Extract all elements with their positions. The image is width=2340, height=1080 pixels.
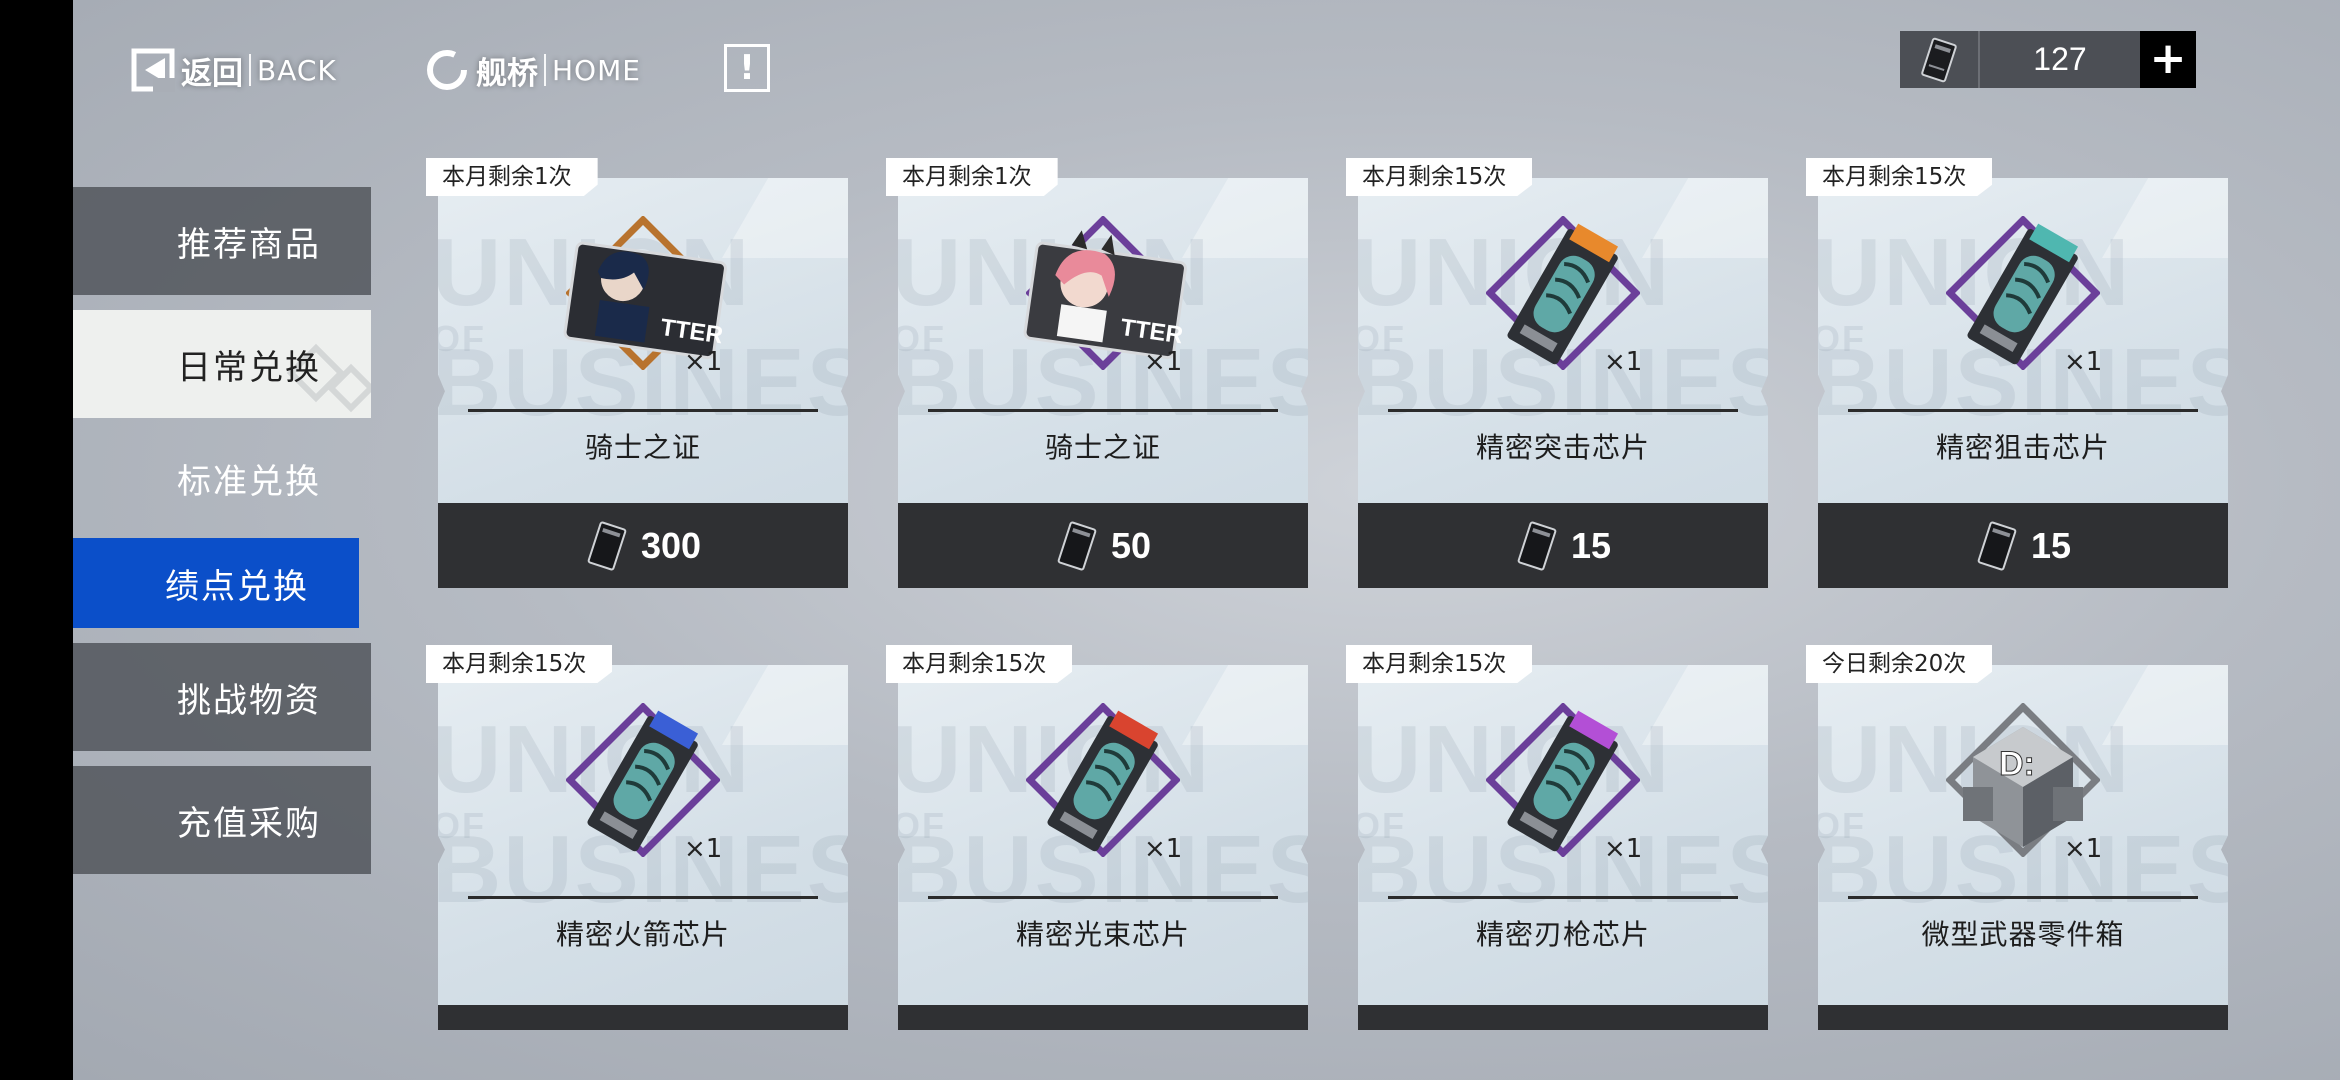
ticket-currency-icon xyxy=(1921,37,1957,82)
currency-amount: 127 xyxy=(2033,41,2087,77)
card-divider xyxy=(468,409,818,412)
sidebar-item-daily-exchange[interactable]: 日常兑换 xyxy=(73,310,371,418)
home-label: 舰桥 xyxy=(476,55,538,92)
item-name: 精密刃枪芯片 xyxy=(1475,918,1650,951)
sidebar-item-label: 标准兑换 xyxy=(177,461,321,502)
purchase-limit-badge: 今日剩余20次 xyxy=(1806,645,1993,683)
sidebar-item-recharge[interactable]: 充值采购 xyxy=(73,766,371,874)
card-divider xyxy=(1388,896,1738,899)
item-price: 300 xyxy=(640,524,702,566)
item-name: 精密突击芯片 xyxy=(1475,431,1650,464)
item-price: 15 xyxy=(2030,524,2072,566)
purchase-limit-badge: 本月剩余1次 xyxy=(426,158,598,196)
item-quantity: ×1 xyxy=(1144,834,1183,864)
sidebar-item-label: 挑战物资 xyxy=(177,680,321,721)
shop-card[interactable]: UNION OF BUSINESS 今日剩余20次 D: ×1 微型武器零件箱 xyxy=(1806,645,2228,1020)
item-quantity: ×1 xyxy=(1604,834,1643,864)
shop-card[interactable]: UNION OF BUSINESS 本月剩余15次 ×1 精密刃枪芯片 xyxy=(1346,645,1768,1020)
price-bar[interactable]: 15 xyxy=(1358,503,1768,588)
item-name: 精密狙击芯片 xyxy=(1935,431,2110,464)
purchase-limit-badge: 本月剩余1次 xyxy=(886,158,1058,196)
item-price: 50 xyxy=(1110,524,1152,566)
item-name: 精密光束芯片 xyxy=(1015,918,1190,951)
card-divider xyxy=(1388,409,1738,412)
price-bar-partial[interactable] xyxy=(1818,1005,2228,1030)
item-name: 骑士之证 xyxy=(584,431,701,464)
ticket-slot xyxy=(1900,31,1980,88)
left-black-edge xyxy=(0,0,73,1080)
item-quantity: ×1 xyxy=(684,834,723,864)
ticket-currency-icon xyxy=(1517,521,1557,570)
shop-card[interactable]: UNION OF BUSINESS 本月剩余15次 ×1 精密火箭芯片 xyxy=(426,645,848,1020)
purchase-limit-badge: 本月剩余15次 xyxy=(1806,158,1993,196)
price-bar[interactable]: 15 xyxy=(1818,503,2228,588)
item-quantity: ×1 xyxy=(1604,347,1643,377)
item-name: 精密火箭芯片 xyxy=(555,918,730,951)
item-name: 微型武器零件箱 xyxy=(1921,918,2125,951)
shop-card[interactable]: UNION OF BUSINESS 本月剩余15次 ×1 精密光束芯片 xyxy=(886,645,1308,1020)
price-bar-partial[interactable] xyxy=(1358,1005,1768,1030)
notice-button[interactable]: ! xyxy=(724,44,770,92)
price-bar-partial[interactable] xyxy=(438,1005,848,1030)
exclamation-icon: ! xyxy=(739,48,755,88)
purchase-limit-badge: 本月剩余15次 xyxy=(1346,645,1533,683)
back-label: 返回 xyxy=(181,55,243,92)
sidebar-item-challenge-supplies[interactable]: 挑战物资 xyxy=(73,643,371,751)
shop-card[interactable]: UNION OF BUSINESS 本月剩余1次 TTER ×1 骑士之证 30… xyxy=(426,158,848,588)
back-divider xyxy=(249,54,251,86)
home-divider xyxy=(544,54,546,86)
currency-display: 127 + xyxy=(1900,31,2196,88)
back-arrow-icon xyxy=(131,48,175,92)
card-divider xyxy=(1848,896,2198,899)
ticket-currency-icon xyxy=(1057,521,1097,570)
purchase-limit-badge: 本月剩余15次 xyxy=(1346,158,1533,196)
item-price: 15 xyxy=(1570,524,1612,566)
card-divider xyxy=(468,896,818,899)
price-bar[interactable]: 50 xyxy=(898,503,1308,588)
svg-text:D:: D: xyxy=(1999,745,2035,783)
add-currency-button[interactable]: + xyxy=(2140,31,2196,88)
ticket-currency-icon xyxy=(587,521,627,570)
sidebar-item-label: 充值采购 xyxy=(177,803,321,844)
shop-card[interactable]: UNION OF BUSINESS 本月剩余15次 ×1 精密狙击芯片 15 xyxy=(1806,158,2228,588)
sidebar-item-standard-exchange[interactable]: 标准兑换 xyxy=(73,424,371,532)
back-label-en: BACK xyxy=(257,53,337,87)
home-button[interactable]: 舰桥 HOME xyxy=(424,40,641,100)
card-divider xyxy=(928,409,1278,412)
card-divider xyxy=(1848,409,2198,412)
price-bar[interactable]: 300 xyxy=(438,503,848,588)
item-name: 骑士之证 xyxy=(1044,431,1161,464)
sidebar-item-gpa-exchange[interactable]: 绩点兑换 xyxy=(73,538,359,628)
purchase-limit-badge: 本月剩余15次 xyxy=(886,645,1073,683)
back-button[interactable]: 返回 BACK xyxy=(131,40,337,100)
sidebar-item-recommended[interactable]: 推荐商品 xyxy=(73,187,371,295)
item-quantity: ×1 xyxy=(1144,347,1183,377)
home-ring-icon xyxy=(427,50,467,90)
sidebar-item-label: 推荐商品 xyxy=(177,224,321,265)
item-quantity: ×1 xyxy=(2064,834,2103,864)
ticket-currency-icon xyxy=(1977,521,2017,570)
purchase-limit-badge: 本月剩余15次 xyxy=(426,645,613,683)
shop-card[interactable]: UNION OF BUSINESS 本月剩余15次 ×1 精密突击芯片 15 xyxy=(1346,158,1768,588)
item-quantity: ×1 xyxy=(684,347,723,377)
sidebar-item-label: 日常兑换 xyxy=(177,347,321,388)
sidebar-item-label: 绩点兑换 xyxy=(165,566,309,607)
home-label-en: HOME xyxy=(552,53,641,87)
price-bar-partial[interactable] xyxy=(898,1005,1308,1030)
shop-card[interactable]: UNION OF BUSINESS 本月剩余1次 TTER ×1 骑士之证 50 xyxy=(886,158,1308,588)
card-divider xyxy=(928,896,1278,899)
item-quantity: ×1 xyxy=(2064,347,2103,377)
